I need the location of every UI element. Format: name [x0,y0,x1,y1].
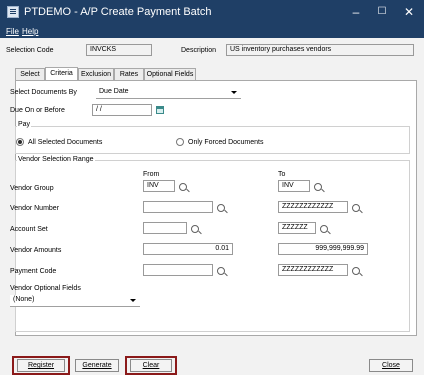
account-set-to-field[interactable]: ZZZZZZ [278,222,316,234]
from-label: From [143,171,160,178]
vendor-optional-fields-value: (None) [13,296,35,303]
due-on-or-before-label: Due On or Before [10,107,65,114]
title-bar: PTDEMO - A/P Create Payment Batch – ☐ ✕ [0,0,424,25]
calendar-icon[interactable] [156,106,164,114]
vendor-number-to-field[interactable]: ZZZZZZZZZZZZ [278,201,348,213]
pay-group-title: Pay [17,121,32,128]
payment-code-from-field[interactable] [143,264,213,276]
tab-exclusion[interactable]: Exclusion [78,68,114,80]
selection-code-label: Selection Code [6,47,54,54]
vendor-optional-fields-label: Vendor Optional Fields [10,285,81,292]
search-icon[interactable] [352,204,360,212]
maximize-button[interactable]: ☐ [370,3,394,21]
vendor-amounts-to-field[interactable]: 999,999,999.99 [278,243,368,255]
only-forced-documents-radio[interactable] [176,138,184,146]
select-documents-by-dropdown[interactable]: Due Date [96,87,241,99]
vendor-number-label: Vendor Number [10,205,60,212]
all-selected-documents-radio[interactable] [16,138,24,146]
menu-file[interactable]: File [6,27,19,36]
account-set-from-field[interactable] [143,222,187,234]
minimize-button[interactable]: – [344,3,368,21]
menu-help[interactable]: Help [22,27,38,36]
only-forced-documents-label[interactable]: Only Forced Documents [188,139,263,146]
chevron-down-icon [130,299,136,302]
window-title: PTDEMO - A/P Create Payment Batch [24,6,212,18]
search-icon[interactable] [191,225,199,233]
description-label: Description [181,47,217,54]
vendor-group-from-field[interactable]: INV [143,180,175,192]
form-client-area: Selection Code INVCKS Description US inv… [0,38,424,375]
chevron-down-icon [231,91,237,94]
select-documents-by-label: Select Documents By [10,89,77,96]
payment-code-to-field[interactable]: ZZZZZZZZZZZZ [278,264,348,276]
search-icon[interactable] [320,225,328,233]
search-icon[interactable] [352,267,360,275]
generate-button[interactable]: Generate [75,359,119,372]
vendor-selection-range-title: Vendor Selection Range [17,156,95,163]
account-set-label: Account Set [10,226,48,233]
vendor-amounts-label: Vendor Amounts [10,247,62,254]
search-icon[interactable] [217,204,225,212]
select-documents-by-value: Due Date [99,88,129,95]
close-window-button[interactable]: ✕ [397,3,421,21]
description-field[interactable]: US inventory purchases vendors [226,44,414,56]
vendor-number-from-field[interactable] [143,201,213,213]
register-button[interactable]: Register [17,359,65,372]
vendor-group-to-field[interactable]: INV [278,180,310,192]
tab-rates[interactable]: Rates [114,68,144,80]
search-icon[interactable] [314,183,322,191]
selection-code-field[interactable]: INVCKS [86,44,152,56]
to-label: To [278,171,286,178]
vendor-amounts-from-field[interactable]: 0.01 [143,243,233,255]
tab-criteria[interactable]: Criteria [45,67,78,80]
vendor-group-label: Vendor Group [10,185,54,192]
all-selected-documents-label[interactable]: All Selected Documents [28,139,102,146]
clear-button[interactable]: Clear [130,359,172,372]
app-icon [7,6,19,18]
close-button[interactable]: Close [369,359,413,372]
criteria-panel: Select Documents By Due Date Due On or B… [10,80,417,336]
vendor-optional-fields-dropdown[interactable]: (None) [10,295,140,307]
tab-select[interactable]: Select [15,68,45,80]
search-icon[interactable] [179,183,187,191]
search-icon[interactable] [217,267,225,275]
due-date-field[interactable]: / / [92,104,152,116]
tab-optional-fields[interactable]: Optional Fields [144,68,196,80]
payment-code-label: Payment Code [10,268,57,275]
menu-bar: File Help [0,25,424,38]
